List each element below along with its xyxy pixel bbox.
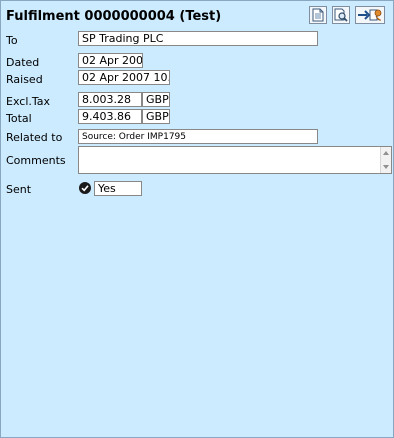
excl-tax-label: Excl.Tax xyxy=(6,95,51,108)
excl-tax-field[interactable]: 8.003.28 xyxy=(78,92,142,107)
forward-arrow-icon xyxy=(358,9,382,21)
total-field[interactable]: 9.403.86 xyxy=(78,109,142,124)
document-button[interactable] xyxy=(309,6,327,24)
search-document-icon xyxy=(334,8,348,22)
scroll-up-icon[interactable] xyxy=(383,151,389,155)
comments-scrollbar[interactable] xyxy=(380,147,391,173)
to-label: To xyxy=(6,34,18,47)
search-document-button[interactable] xyxy=(332,6,350,24)
document-icon xyxy=(312,8,324,22)
panel-title: Fulfilment 0000000004 (Test) xyxy=(6,9,222,24)
sent-label: Sent xyxy=(6,183,32,196)
dated-label: Dated xyxy=(6,56,40,69)
raised-field[interactable]: 02 Apr 2007 10.34 xyxy=(78,70,170,85)
check-icon xyxy=(79,182,91,194)
comments-textarea[interactable] xyxy=(78,146,392,174)
total-label: Total xyxy=(6,112,32,125)
total-currency: GBP xyxy=(142,109,170,124)
to-field[interactable]: SP Trading PLC xyxy=(78,31,318,46)
scroll-down-icon[interactable] xyxy=(383,165,389,169)
comments-label: Comments xyxy=(6,154,66,167)
sent-field[interactable]: Yes xyxy=(94,181,142,196)
forward-button[interactable] xyxy=(355,6,385,24)
related-to-label: Related to xyxy=(6,131,63,144)
excl-tax-currency: GBP xyxy=(142,92,170,107)
toolbar xyxy=(309,6,385,24)
related-to-field[interactable]: Source: Order IMP1795 xyxy=(78,129,318,144)
raised-label: Raised xyxy=(6,73,43,86)
dated-field[interactable]: 02 Apr 2007 xyxy=(78,53,143,68)
fulfilment-panel: Fulfilment 0000000004 (Test) To SP Tradi… xyxy=(0,0,394,438)
